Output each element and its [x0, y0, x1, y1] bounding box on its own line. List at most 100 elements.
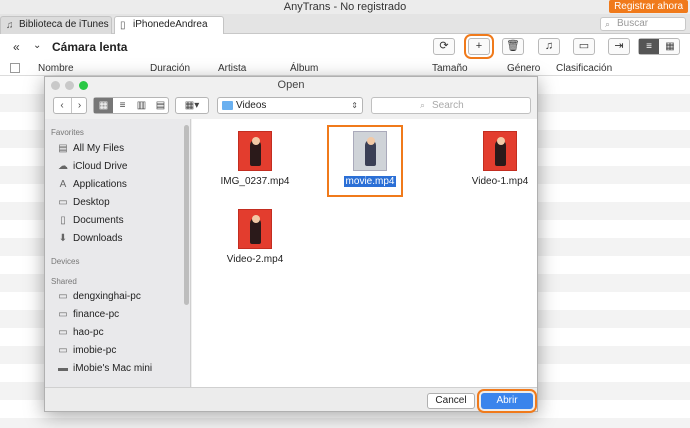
desktop-icon: ▭: [58, 197, 68, 208]
delete-button[interactable]: 🗑: [502, 38, 524, 55]
column-name[interactable]: Nombre: [38, 63, 74, 74]
dialog-sidebar: Favorites ▤ All My Files ☁ iCloud Drive AA…: [45, 119, 191, 387]
sidebar-item-imobie-pc[interactable]: ▭ imobie-pc: [57, 343, 116, 358]
register-button[interactable]: Registrar ahora: [609, 0, 688, 13]
monitor-icon: ▭: [58, 327, 68, 338]
sidebar-item-label: iCloud Drive: [73, 161, 128, 172]
top-search-input[interactable]: ⌕ Buscar: [600, 17, 686, 31]
sidebar-item-imobie-mac-mini[interactable]: ▬ iMobie's Mac mini: [57, 361, 152, 376]
folder-icon: [222, 101, 233, 110]
mac-mini-icon: ▬: [58, 363, 68, 374]
sidebar-item-downloads[interactable]: ⬇ Downloads: [57, 231, 123, 246]
monitor-icon: ▭: [58, 309, 68, 320]
computer-transfer-icon: ▭: [578, 40, 590, 52]
file-name: IMG_0237.mp4: [220, 176, 290, 187]
column-genre[interactable]: Género: [507, 63, 540, 74]
favorites-heading: Favorites: [51, 128, 84, 137]
tab-bar: ♫ Biblioteca de iTunes ▯ iPhonedeAndrea …: [0, 14, 690, 34]
music-note-icon: ♫: [6, 20, 14, 31]
file-item-selected[interactable]: movie.mp4: [327, 125, 413, 197]
column-rating[interactable]: Clasificación: [556, 63, 612, 74]
sidebar-item-desktop[interactable]: ▭ Desktop: [57, 195, 109, 210]
sidebar-item-label: Downloads: [73, 233, 123, 244]
minimize-window-button[interactable]: [65, 81, 74, 90]
sidebar-item-applications[interactable]: A Applications: [57, 177, 127, 192]
path-popup[interactable]: Videos ⇕: [217, 97, 363, 114]
iphone-icon: ▯: [120, 20, 126, 31]
sidebar-item-documents[interactable]: ▯ Documents: [57, 213, 124, 228]
sidebar-item-label: Documents: [73, 215, 124, 226]
sidebar-item-label: dengxinghai-pc: [73, 291, 141, 302]
to-device-button[interactable]: ⇥: [608, 38, 630, 55]
up-down-arrows-icon: ⇕: [351, 101, 358, 110]
column-artist[interactable]: Artista: [218, 63, 246, 74]
top-search-placeholder: Buscar: [617, 18, 649, 29]
window-title-bar: AnyTrans - No registrado Registrar ahora: [0, 0, 690, 14]
icon-view-icon[interactable]: ▦: [94, 98, 113, 113]
file-item[interactable]: IMG_0237.mp4: [212, 131, 298, 187]
add-button[interactable]: +: [464, 34, 494, 59]
file-name: movie.mp4: [343, 176, 397, 187]
file-item[interactable]: Video-2.mp4: [212, 209, 298, 265]
dialog-footer: Cancel Abrir: [45, 387, 537, 413]
back-chevron-icon[interactable]: ‹: [54, 98, 70, 113]
dialog-search-placeholder: Search: [432, 100, 464, 111]
column-view-icon[interactable]: ▥: [132, 98, 151, 113]
open-dialog: Open ‹ › ▦ ≡ ▥ ▤ ▦▾ Videos ⇕ ⌕ Search Fa…: [44, 76, 538, 413]
sidebar-item-finance-pc[interactable]: ▭ finance-pc: [57, 307, 119, 322]
open-button[interactable]: Abrir: [477, 389, 537, 413]
dialog-title: Open: [277, 79, 305, 91]
view-toggle: ≡ ▦: [638, 38, 680, 55]
monitor-icon: ▭: [58, 291, 68, 302]
path-label: Videos: [236, 100, 267, 111]
sidebar-scrollbar[interactable]: [184, 125, 189, 305]
chevron-down-icon[interactable]: ⌄: [33, 40, 41, 51]
sidebar-item-dengxinghai-pc[interactable]: ▭ dengxinghai-pc: [57, 289, 141, 304]
arrange-menu-button[interactable]: ▦▾: [175, 97, 209, 114]
device-transfer-icon: ⇥: [614, 40, 624, 52]
video-thumbnail: [238, 131, 272, 171]
sidebar-item-label: All My Files: [73, 143, 125, 154]
search-icon: ⌕: [420, 100, 426, 110]
sidebar-item-label: iMobie's Mac mini: [73, 363, 153, 374]
column-album[interactable]: Álbum: [290, 63, 318, 74]
video-thumbnail: [483, 131, 517, 171]
window-title: AnyTrans - No registrado: [283, 1, 407, 13]
forward-chevron-icon[interactable]: ›: [71, 98, 87, 113]
sidebar-item-hao-pc[interactable]: ▭ hao-pc: [57, 325, 104, 340]
sidebar-item-label: hao-pc: [73, 327, 104, 338]
video-thumbnail: [238, 209, 272, 249]
all-files-icon: ▤: [58, 143, 68, 154]
monitor-icon: ▭: [58, 345, 68, 356]
itunes-transfer-icon: ♫: [544, 40, 554, 52]
refresh-button[interactable]: ⟳: [433, 38, 455, 55]
cancel-button[interactable]: Cancel: [427, 393, 475, 409]
search-icon: ⌕: [605, 19, 611, 29]
sidebar-item-label: Applications: [73, 179, 127, 190]
tab-itunes-library[interactable]: ♫ Biblioteca de iTunes: [0, 16, 112, 34]
select-all-checkbox[interactable]: [10, 63, 20, 73]
dialog-search-input[interactable]: ⌕ Search: [371, 97, 531, 114]
sidebar-item-label: finance-pc: [73, 309, 120, 320]
grid-view-icon[interactable]: ▦: [660, 39, 680, 54]
file-item[interactable]: Video-1.mp4: [457, 131, 543, 187]
downloads-icon: ⬇: [58, 233, 68, 244]
devices-heading: Devices: [51, 257, 80, 266]
applications-icon: A: [59, 179, 67, 190]
to-itunes-button[interactable]: ♫: [538, 38, 560, 55]
list-view-icon[interactable]: ≡: [639, 39, 659, 54]
trash-icon: 🗑: [506, 40, 520, 52]
plus-icon: +: [475, 40, 483, 52]
to-computer-button[interactable]: ▭: [573, 38, 595, 55]
back-double-chevron-icon[interactable]: «: [13, 40, 20, 54]
close-window-button[interactable]: [51, 81, 60, 90]
column-duration[interactable]: Duración: [150, 63, 190, 74]
tab-iphone-device[interactable]: ▯ iPhonedeAndrea: [114, 16, 224, 34]
sidebar-item-all-my-files[interactable]: ▤ All My Files: [57, 141, 124, 156]
column-size[interactable]: Tamaño: [432, 63, 468, 74]
list-view-icon[interactable]: ≡: [113, 98, 132, 113]
zoom-window-button[interactable]: [79, 81, 88, 90]
sidebar-item-icloud-drive[interactable]: ☁ iCloud Drive: [57, 159, 127, 174]
coverflow-view-icon[interactable]: ▤: [151, 98, 170, 113]
file-name: Video-2.mp4: [226, 254, 284, 265]
